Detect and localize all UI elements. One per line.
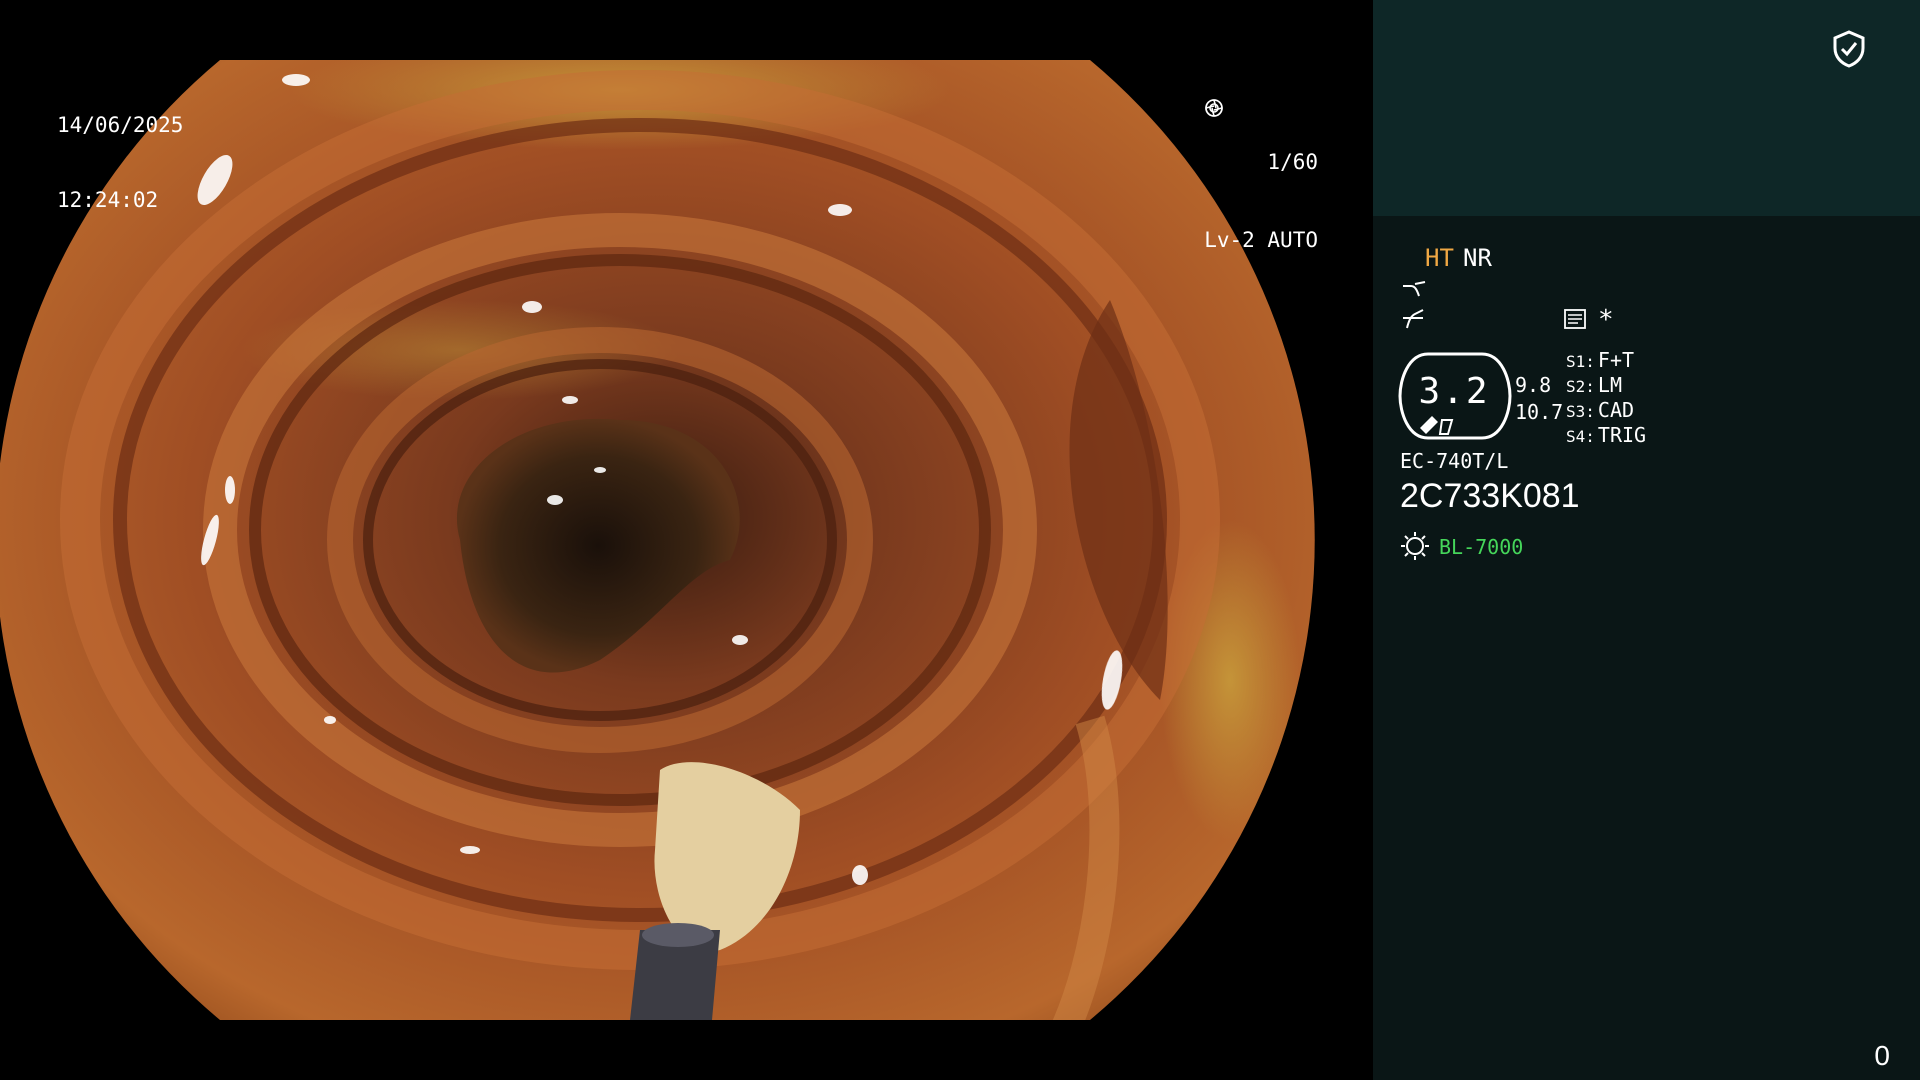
time-label: 12:24:02	[57, 188, 159, 212]
shield-check-icon[interactable]	[1832, 30, 1866, 68]
enhancement-mode-label: HT	[1425, 244, 1454, 272]
scope-model-label: EC-740T/L	[1400, 449, 1509, 473]
endoscopy-monitor: 14/06/2025 12:24:02 1/60 Lv-2 AUTO HT NR…	[0, 0, 1920, 1080]
memo-icon	[1564, 309, 1586, 329]
contrast-curve-icon	[1403, 309, 1424, 329]
scope-switch-2: S2: LM	[1566, 373, 1622, 397]
info-side-panel: HT NR * 3.2 9.8 10.7 S1: F+T S2: LM S3: CAD	[1373, 0, 1920, 1080]
scope-serial-label: 2C733K081	[1400, 477, 1580, 515]
exposure-readout: 1/60 Lv-2 AUTO	[1204, 98, 1318, 304]
iris-mode-label: Lv-2 AUTO	[1204, 227, 1318, 252]
scope-switch-4: S4: TRIG	[1566, 423, 1647, 447]
panel-header	[1373, 0, 1920, 216]
iris-icon	[1205, 99, 1224, 117]
endoscope-video-view: 14/06/2025 12:24:02 1/60 Lv-2 AUTO	[0, 0, 1373, 1080]
endoscope-image	[0, 60, 1315, 1020]
value-a: 9.8	[1515, 373, 1552, 397]
counter-label: 0	[1874, 1040, 1890, 1071]
date-label: 14/06/2025	[57, 113, 184, 137]
gamma-curve-icon	[1403, 281, 1426, 297]
light-source-icon	[1401, 532, 1429, 560]
date-time-readout: 14/06/2025 12:24:02	[57, 63, 183, 263]
value-b: 10.7	[1515, 400, 1564, 424]
scope-switch-1: S1: F+T	[1566, 348, 1635, 372]
shutter-speed-label: 1/60	[1267, 149, 1318, 174]
light-source-label: BL-7000	[1439, 535, 1524, 559]
scope-switch-3: S3: CAD	[1566, 398, 1635, 422]
star-indicator: *	[1598, 305, 1614, 335]
gauge-value: 3.2	[1418, 371, 1490, 412]
noise-reduction-label: NR	[1463, 244, 1492, 272]
